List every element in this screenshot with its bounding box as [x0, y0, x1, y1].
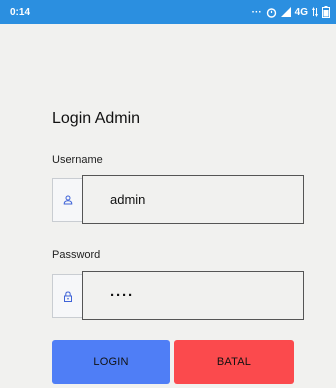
username-label: Username [52, 154, 103, 166]
signal-icon [280, 7, 291, 17]
status-bar: 0:14 ··· 4G [0, 0, 336, 24]
battery-icon [322, 6, 330, 18]
status-time: 0:14 [10, 6, 31, 18]
lock-icon [63, 290, 72, 302]
page-title: Login Admin [52, 110, 141, 127]
password-input[interactable]: ···· [82, 271, 304, 320]
network-type: 4G [294, 6, 308, 18]
alarm-icon [266, 7, 276, 18]
username-input[interactable]: admin [82, 175, 304, 224]
username-row: admin [52, 175, 304, 224]
username-icon-box [52, 178, 82, 222]
password-label: Password [52, 249, 101, 261]
password-row: ···· [52, 271, 304, 320]
user-icon [63, 195, 72, 205]
status-icons: ··· 4G [252, 6, 330, 18]
cancel-button[interactable]: BATAL [174, 340, 294, 384]
data-arrows-icon [312, 7, 318, 17]
login-button[interactable]: LOGIN [52, 340, 170, 384]
more-icon: ··· [251, 6, 262, 18]
password-icon-box [52, 274, 82, 318]
